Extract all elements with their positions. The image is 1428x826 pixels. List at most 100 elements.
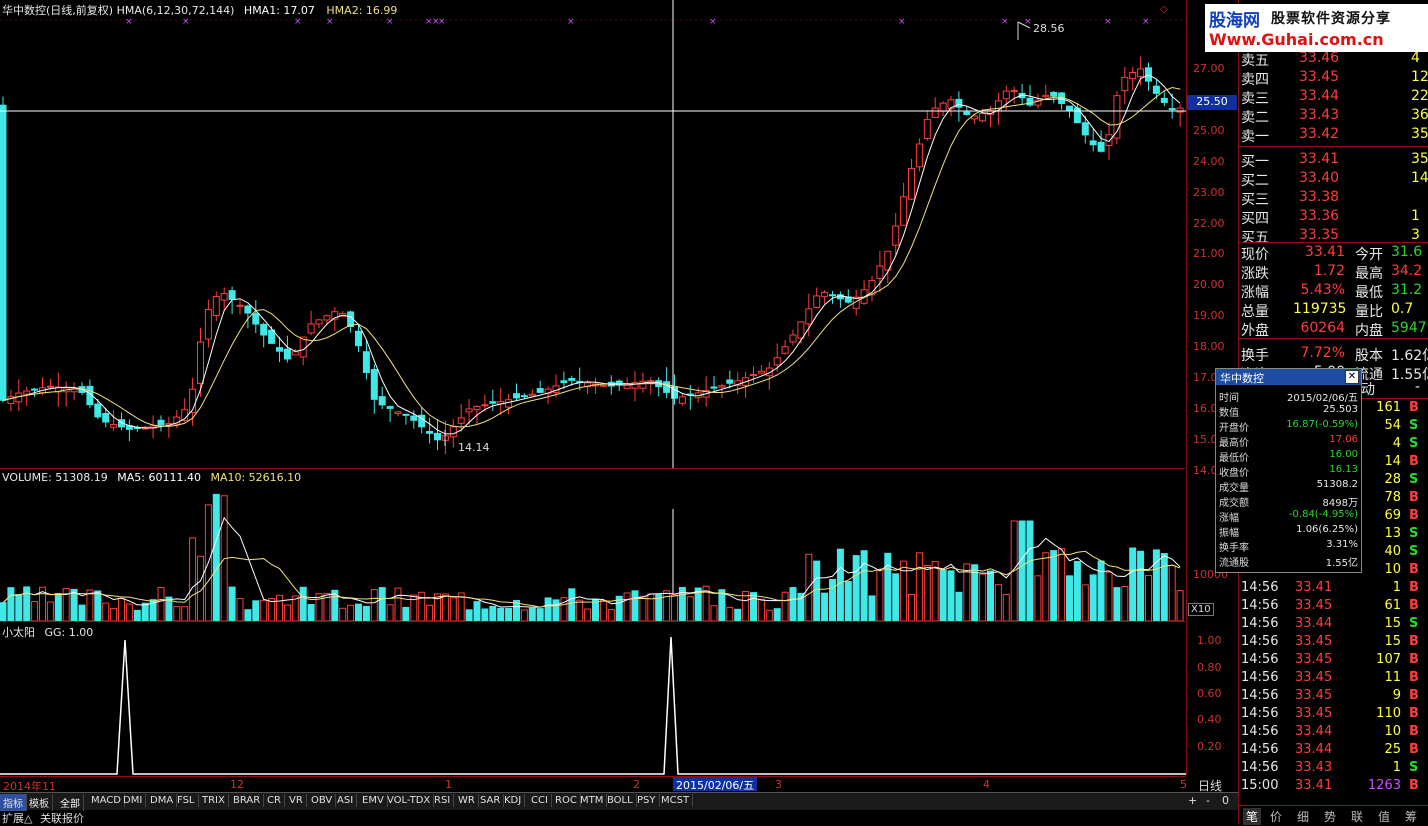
candle-body [1137, 68, 1145, 78]
indicator-tab[interactable]: BRAR [230, 794, 265, 807]
volume-chart-panel[interactable]: VOLUME: 51308.19 MA5: 60111.40 MA10: 526… [0, 469, 1186, 622]
sell-level[interactable]: 卖五 33.46 4 [1239, 50, 1428, 69]
volume-bar [1058, 548, 1066, 621]
volume-bar [386, 604, 394, 621]
indicator-tab[interactable]: 模板 [26, 794, 53, 811]
tick-time: 14:56 [1241, 724, 1279, 739]
candle-body [362, 351, 370, 373]
indicator-tab[interactable]: RSI [431, 794, 455, 807]
tick-side: B [1409, 670, 1419, 685]
price-tick: 18.00 [1193, 340, 1225, 354]
indicator-tab[interactable]: BOLL [604, 794, 637, 807]
sell-level[interactable]: 卖四 33.45 12 [1239, 69, 1428, 88]
price-chart-panel[interactable]: × × × × × × × × × × × × × × × 华中数控(日线,前复权) HMA(6,12,30… [0, 0, 1186, 469]
candle-body [378, 396, 386, 406]
indicator-tab[interactable]: ASI [334, 794, 358, 807]
quote-tab[interactable]: 势 [1324, 808, 1336, 825]
buy-level[interactable]: 买一 33.41 35 [1239, 151, 1428, 170]
quote-tab[interactable]: 价 [1270, 808, 1282, 825]
quote-value: 5947 [1391, 320, 1427, 336]
candle-body [386, 406, 394, 409]
buy-level[interactable]: 买三 33.38 [1239, 189, 1428, 208]
indicator-tab[interactable]: KDJ [501, 794, 526, 807]
candle-body [370, 369, 378, 400]
volume-bar [70, 588, 78, 621]
quote-tab[interactable]: 筹 [1405, 808, 1417, 825]
candlestick-chart[interactable]: × × × × × × ×× × × × × × × × [0, 0, 1186, 468]
tick-side: S [1409, 418, 1419, 433]
indicator-tab[interactable]: VOL-TDX [384, 794, 435, 807]
tick-side: S [1409, 544, 1419, 559]
volume-bar [23, 586, 31, 621]
quote-value: 1.72 [1313, 263, 1345, 279]
tooltip-key: 振幅 [1219, 528, 1239, 539]
volume-bar [947, 570, 955, 621]
indicator-tab[interactable]: VR [286, 794, 307, 807]
volume-bar [1050, 550, 1058, 621]
candle-body [402, 413, 410, 416]
indicator-tab[interactable]: MCST [658, 794, 694, 807]
tooltip-titlebar[interactable]: 华中数控 ✕ [1216, 369, 1361, 385]
tick-price: 33.43 [1295, 760, 1333, 775]
volume-bar [355, 603, 362, 621]
zoom-out-button[interactable]: - [1206, 794, 1210, 807]
indicator-tab[interactable]: PSY [634, 794, 660, 807]
reset-button[interactable]: 0 [1222, 794, 1229, 807]
volume-bar [931, 561, 939, 621]
indicator-tab[interactable]: WR [455, 794, 479, 807]
sell-level[interactable]: 卖一 33.42 35 [1239, 126, 1428, 145]
candle-body [260, 323, 268, 336]
tooltip-key: 最低价 [1219, 453, 1249, 464]
level-price: 33.44 [1299, 88, 1340, 104]
candle-body [252, 313, 260, 325]
tick-price: 33.45 [1295, 634, 1333, 649]
data-tooltip-window[interactable]: 华中数控 ✕ 时间 2015/02/06/五 数值 25.503 开盘价 16.87(-0… [1215, 368, 1362, 573]
diamond-icon[interactable]: ◇ [1160, 4, 1168, 15]
quote-tab[interactable]: 笔 [1243, 808, 1262, 825]
sell-level[interactable]: 卖二 33.43 36 [1239, 107, 1428, 126]
logo-slogan: 股票软件资源分享 [1271, 11, 1391, 27]
indicator-tab[interactable]: CR [264, 794, 285, 807]
volume-chart[interactable] [0, 469, 1186, 621]
buy-level[interactable]: 买四 33.36 1 [1239, 208, 1428, 227]
candle-body [726, 379, 734, 384]
price-tick: 21.00 [1193, 247, 1225, 261]
tooltip-value: 16.00 [1329, 449, 1358, 460]
tooltip-value: -0.84(-4.95%) [1288, 509, 1358, 520]
volume-bar [1105, 571, 1113, 621]
indicator-tick: 0.40 [1197, 713, 1222, 726]
candle-body [1010, 89, 1018, 93]
indicator-tab[interactable]: DMA [147, 794, 178, 807]
sell-level[interactable]: 卖三 33.44 22 [1239, 88, 1428, 107]
quote-value: 119735 [1293, 301, 1347, 317]
quote-value: 31.2 [1391, 282, 1423, 298]
quote-tab[interactable]: 细 [1297, 808, 1309, 825]
zoom-in-button[interactable]: + [1188, 794, 1197, 807]
indicator-tab[interactable]: DMI [120, 794, 147, 807]
close-icon[interactable]: ✕ [1345, 370, 1359, 384]
indicator-tab[interactable]: 指标 [0, 794, 27, 811]
trade-tick-row: 14:56 33.44 25 B [1239, 742, 1428, 761]
indicator-panel[interactable]: 小太阳 GG: 1.00 [0, 622, 1186, 775]
indicator-tab[interactable]: TRIX [199, 794, 229, 807]
volume-bar [181, 606, 189, 621]
volume-bar [544, 597, 552, 621]
quote-tab[interactable]: 值 [1378, 808, 1390, 825]
quote-label: 换手 [1241, 348, 1269, 364]
volume-bar [283, 604, 291, 621]
level-volume: 35 [1411, 126, 1428, 142]
indicator-tab[interactable]: OBV [308, 794, 337, 807]
quote-tab[interactable]: 联 [1351, 808, 1363, 825]
indicator-chart[interactable] [0, 622, 1186, 775]
indicator-tab[interactable]: 全部 [57, 794, 84, 811]
volume-bar [1066, 575, 1073, 621]
indicator-tab[interactable]: MTM [577, 794, 608, 807]
indicator-tab[interactable]: FSL [174, 794, 199, 807]
indicator-tab[interactable]: CCI [528, 794, 552, 807]
volume-bar [1081, 584, 1089, 621]
buy-level[interactable]: 买二 33.40 14 [1239, 170, 1428, 189]
quote-value: 7.72% [1300, 345, 1345, 361]
quote-label: 股本 [1355, 348, 1383, 364]
volume-bar [189, 537, 197, 621]
volume-bar [1176, 590, 1184, 621]
